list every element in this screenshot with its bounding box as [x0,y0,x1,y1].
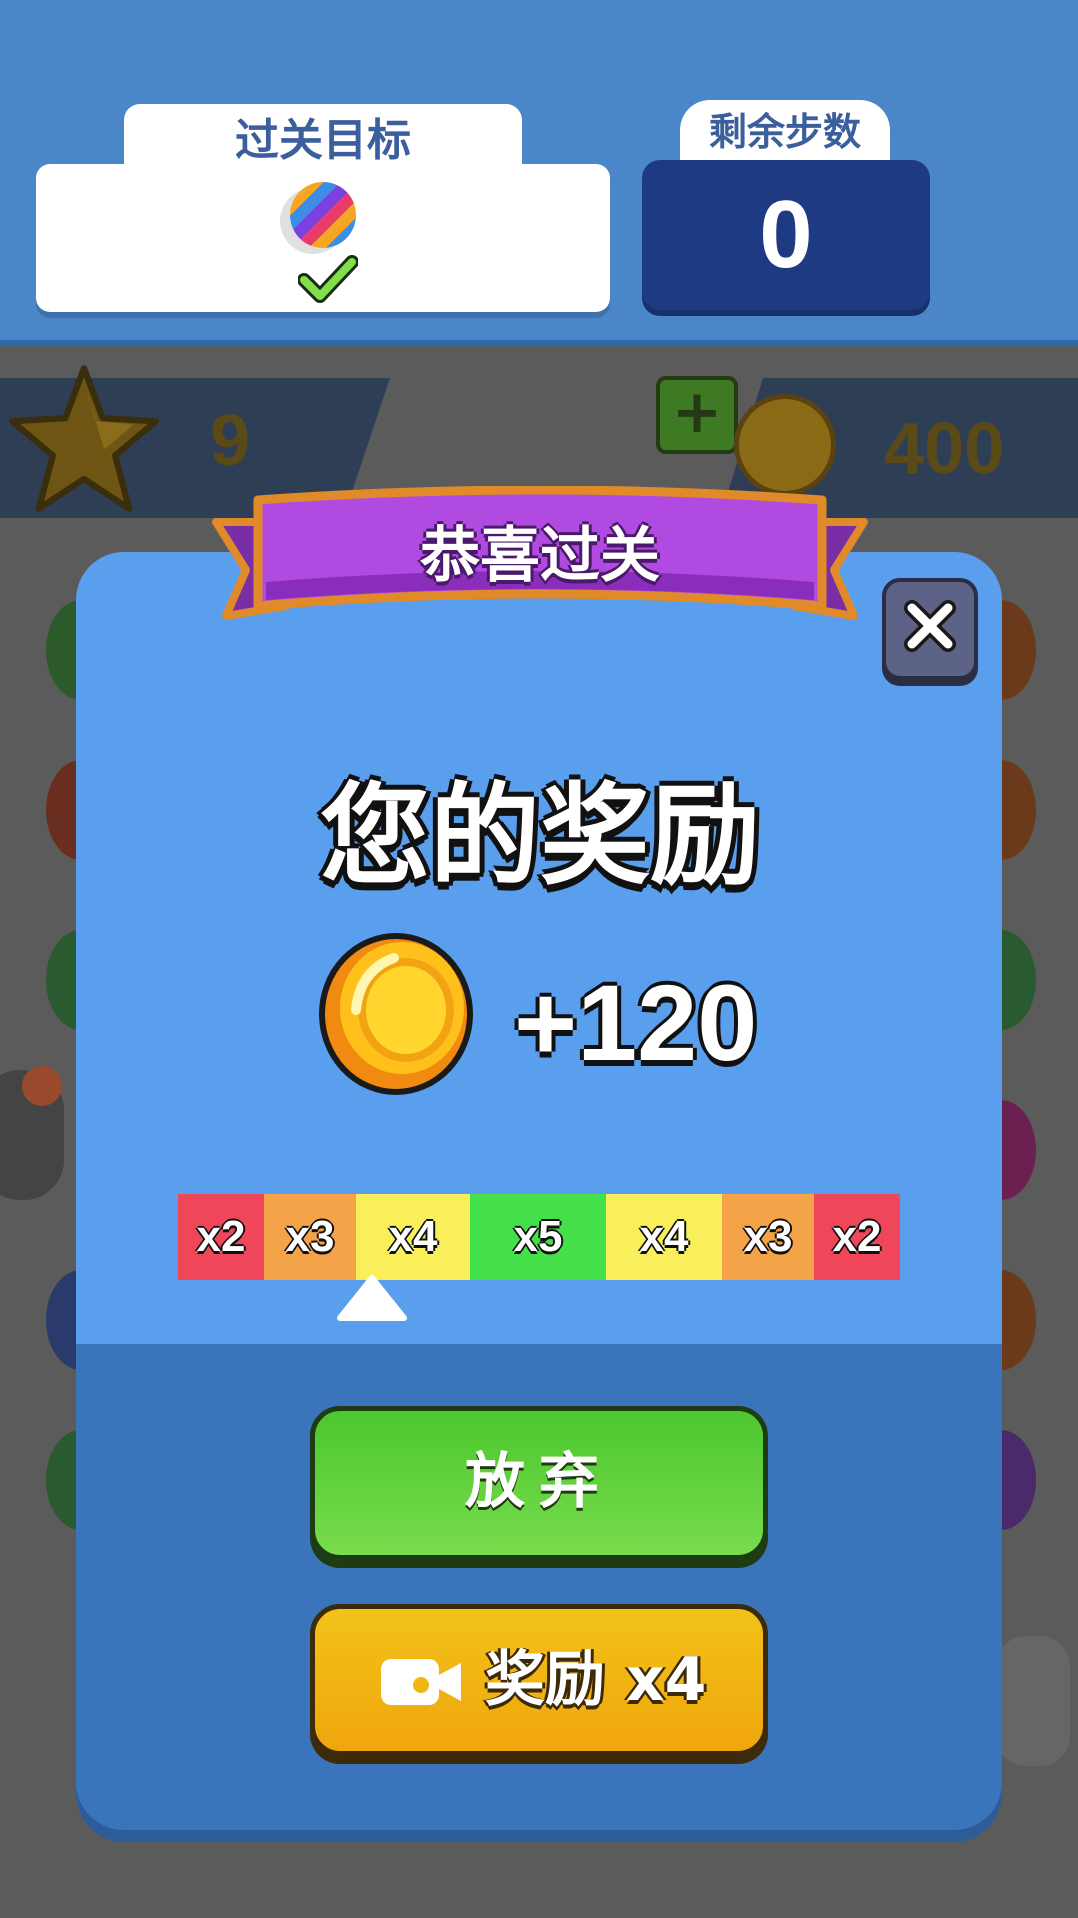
video-camera-icon [381,1659,461,1705]
add-coins-button[interactable]: + [656,376,738,454]
reward-amount: +120 [514,962,758,1083]
multiplier-segment: x2 [178,1194,264,1280]
steps-title: 剩余步数 [680,100,890,162]
multiplier-segment: x5 [470,1194,606,1280]
multiplier-segment: x4 [356,1194,470,1280]
multiplier-segment: x2 [814,1194,900,1280]
give-up-button[interactable]: 放弃 [310,1406,768,1560]
ribbon-title: 恭喜过关 [420,521,660,591]
gold-coin-icon [319,933,473,1095]
coin-count: 400 [884,409,1005,489]
multiplier-segment: x4 [606,1194,722,1280]
close-icon [904,600,956,652]
watch-video-reward-button[interactable]: 奖励 x4 [310,1604,768,1756]
multiplier-segment: x3 [264,1194,356,1280]
close-button[interactable] [882,578,978,680]
checkmark-icon [298,255,358,303]
reward-button-label: 奖励 x4 [485,1645,707,1715]
multiplier-bar: x2 x3 x4 x5 x4 x3 x2 [178,1194,900,1280]
reward-title: 您的奖励 [320,772,760,900]
multiplier-segment: x3 [722,1194,814,1280]
multiplier-pointer-icon [337,1275,407,1321]
rainbow-ball-icon [290,182,356,248]
star-icon [9,365,159,512]
coin-icon [734,394,836,496]
notification-dot [22,1066,62,1106]
steps-remaining-value: 0 [642,160,930,310]
coin-bag-icon [996,1636,1070,1766]
star-count: 9 [210,401,251,481]
